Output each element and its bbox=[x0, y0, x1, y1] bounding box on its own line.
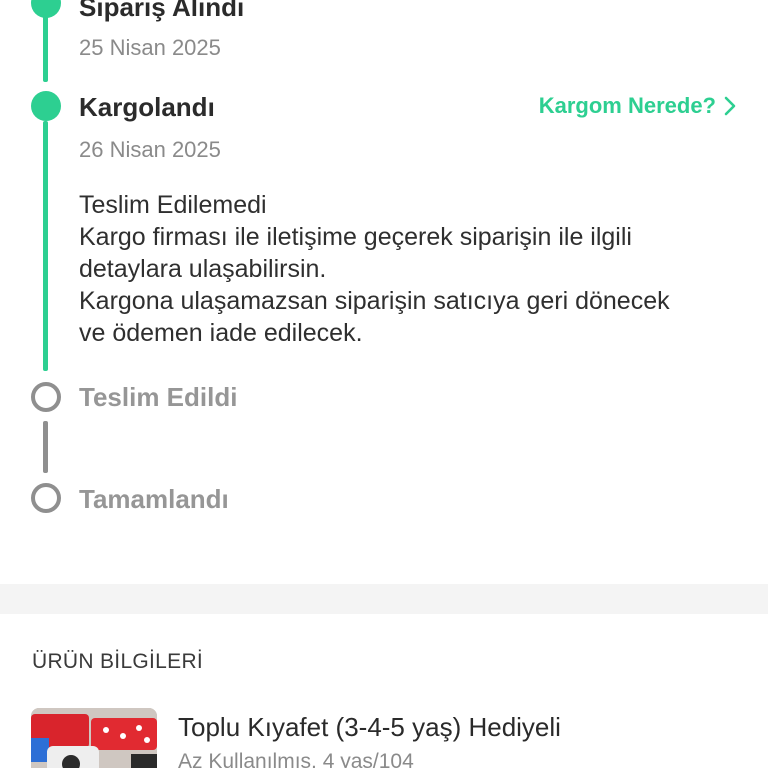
step-title-order-received: Sipariş Alındı bbox=[79, 0, 245, 22]
chevron-right-icon bbox=[724, 96, 736, 116]
track-shipment-label: Kargom Nerede? bbox=[538, 93, 716, 118]
product-condition-size: Az Kullanılmış, 4 yaş/104 bbox=[178, 750, 414, 768]
section-divider bbox=[0, 584, 768, 614]
step-date-order-received: 25 Nisan 2025 bbox=[79, 35, 221, 60]
note-line: ve ödemen iade edilecek. bbox=[79, 319, 363, 347]
delivery-status-note: Teslim Edilemedi Kargo firması ile ileti… bbox=[79, 189, 749, 349]
step-dot-completed bbox=[31, 483, 61, 513]
order-tracking-page: Sipariş Alındı 25 Nisan 2025 Kargolandı … bbox=[0, 0, 768, 768]
step-title-completed: Tamamlandı bbox=[79, 484, 229, 514]
step-dot-order-received bbox=[31, 0, 61, 18]
note-line: detaylara ulaşabilirsin. bbox=[79, 255, 327, 283]
step-dot-delivered bbox=[31, 382, 61, 412]
timeline-line-3 bbox=[43, 421, 48, 473]
timeline-line-1 bbox=[43, 10, 48, 82]
step-title-delivered: Teslim Edildi bbox=[79, 382, 238, 412]
step-title-shipped: Kargolandı bbox=[79, 92, 215, 122]
track-shipment-link[interactable]: Kargom Nerede? bbox=[539, 93, 736, 119]
product-thumbnail[interactable] bbox=[31, 708, 157, 768]
product-info-heading: ÜRÜN BİLGİLERİ bbox=[32, 650, 204, 673]
note-line: Kargona ulaşamazsan siparişin satıcıya g… bbox=[79, 287, 670, 315]
step-dot-shipped bbox=[31, 91, 61, 121]
note-line: Teslim Edilemedi bbox=[79, 191, 267, 219]
timeline-line-2 bbox=[43, 121, 48, 371]
product-image bbox=[31, 708, 157, 768]
note-line: Kargo firması ile iletişime geçerek sipa… bbox=[79, 223, 632, 251]
product-title[interactable]: Toplu Kıyafet (3-4-5 yaş) Hediyeli bbox=[178, 712, 561, 743]
step-date-shipped: 26 Nisan 2025 bbox=[79, 137, 221, 162]
